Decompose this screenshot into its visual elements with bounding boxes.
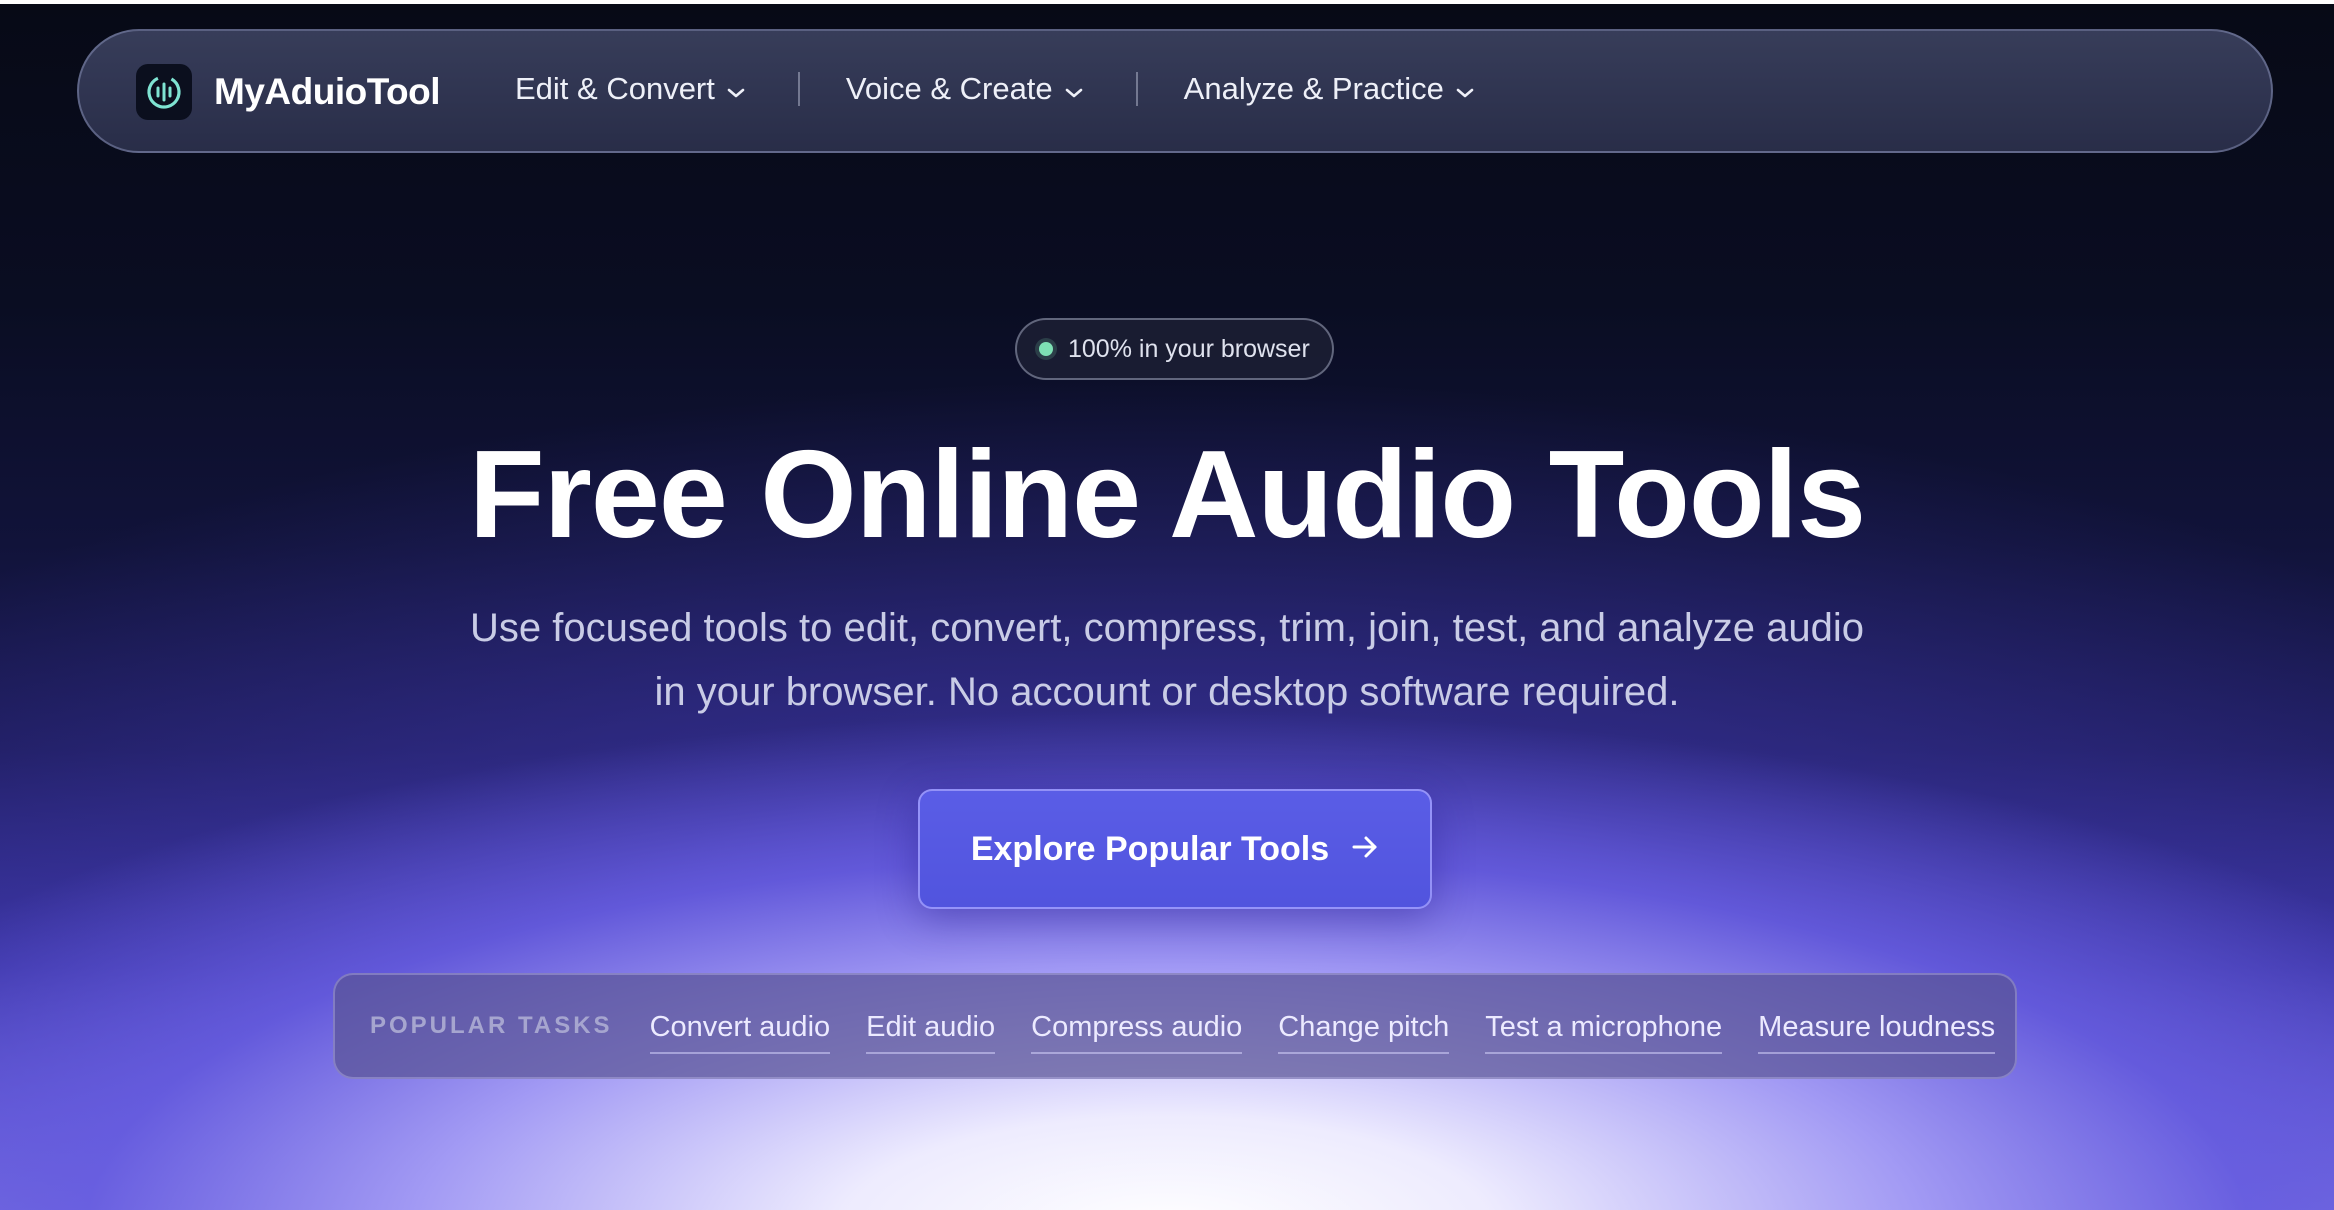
browser-badge: 100% in your browser (1015, 318, 1334, 380)
audio-waveform-icon (136, 64, 192, 120)
task-link-convert-audio[interactable]: Convert audio (649, 1011, 831, 1054)
hero-page: MyAduioTool Edit & Convert Voice & Creat… (0, 0, 2334, 1210)
nav-item-analyze-practice[interactable]: Analyze & Practice (1184, 71, 1474, 107)
popular-tasks-bar: POPULAR TASKS Convert audio Edit audio C… (333, 973, 2017, 1079)
nav-item-label: Edit & Convert (515, 71, 715, 106)
top-border (0, 0, 2334, 4)
page-title: Free Online Audio Tools (468, 426, 1866, 564)
nav-item-voice-create[interactable]: Voice & Create (846, 71, 1083, 107)
status-dot-icon (1039, 342, 1053, 356)
brand-name: MyAduioTool (214, 71, 441, 112)
task-link-compress-audio[interactable]: Compress audio (1031, 1011, 1243, 1054)
task-link-change-pitch[interactable]: Change pitch (1278, 1011, 1450, 1054)
nav-item-label: Voice & Create (845, 71, 1053, 106)
badge-text: 100% in your browser (1068, 334, 1310, 363)
brand[interactable]: MyAduioTool (136, 64, 441, 120)
main-nav: Edit & Convert Voice & Create Analyze & … (515, 71, 1474, 107)
task-link-test-microphone[interactable]: Test a microphone (1485, 1011, 1723, 1054)
arrow-right-icon (1351, 834, 1379, 865)
nav-divider (797, 72, 800, 106)
nav-item-edit-convert[interactable]: Edit & Convert (515, 71, 745, 107)
navbar: MyAduioTool Edit & Convert Voice & Creat… (77, 29, 2273, 153)
chevron-down-icon (727, 71, 745, 107)
task-link-edit-audio[interactable]: Edit audio (866, 1011, 996, 1054)
task-link-measure-loudness[interactable]: Measure loudness (1758, 1011, 1996, 1054)
hero-subtitle: Use focused tools to edit, convert, comp… (469, 606, 1865, 714)
explore-popular-tools-button[interactable]: Explore Popular Tools (918, 789, 1432, 909)
nav-item-label: Analyze & Practice (1183, 71, 1444, 106)
chevron-down-icon (1456, 71, 1474, 107)
cta-label: Explore Popular Tools (970, 829, 1330, 868)
popular-tasks-label: POPULAR TASKS (370, 1012, 613, 1039)
nav-divider (1135, 72, 1138, 106)
chevron-down-icon (1065, 71, 1083, 107)
